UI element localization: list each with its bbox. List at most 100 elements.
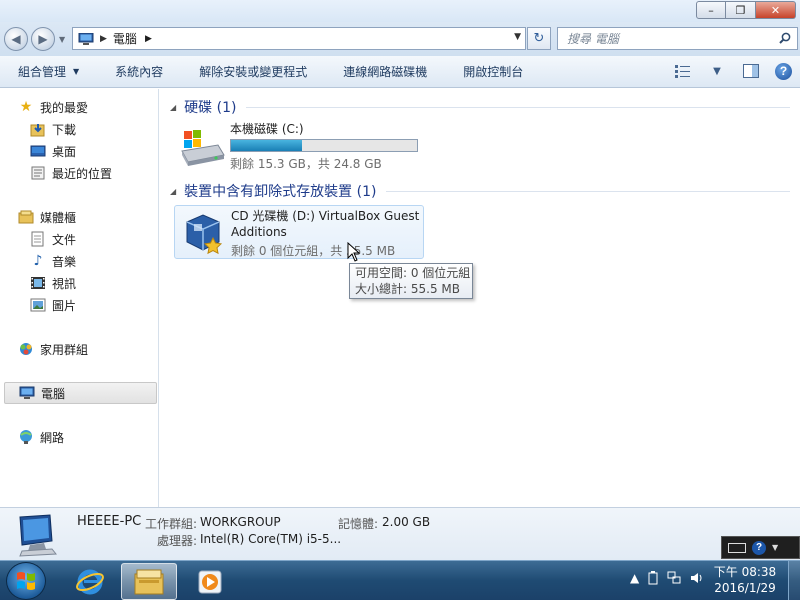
search-icon[interactable] bbox=[779, 32, 791, 44]
map-network-drive-button[interactable]: 連線網路磁碟機 bbox=[325, 56, 445, 88]
close-button[interactable]: ✕ bbox=[756, 1, 796, 19]
view-grid-icon bbox=[675, 65, 690, 78]
sidebar-item-label: 最近的位置 bbox=[52, 166, 113, 181]
open-control-panel-label: 開啟控制台 bbox=[463, 65, 524, 79]
tooltip-free-space: 可用空間: 0 個位元組 bbox=[355, 266, 471, 280]
sidebar-item-libraries[interactable]: 媒體櫃 bbox=[4, 206, 157, 228]
organize-label: 組合管理 bbox=[18, 65, 67, 79]
sidebar-item-label: 桌面 bbox=[52, 144, 77, 159]
system-tray: ▲ bbox=[630, 571, 704, 585]
sidebar-item-videos[interactable]: 視訊 bbox=[30, 272, 157, 294]
homegroup-icon bbox=[18, 341, 34, 357]
sidebar-item-downloads[interactable]: 下載 bbox=[30, 118, 157, 140]
sidebar-item-network[interactable]: 網路 bbox=[4, 426, 157, 448]
action-center-flag-icon[interactable]: ▲ bbox=[630, 571, 639, 585]
forward-button[interactable]: ▶ bbox=[31, 27, 55, 51]
system-properties-label: 系統內容 bbox=[115, 65, 164, 79]
chevron-down-icon[interactable]: ▼ bbox=[772, 543, 778, 552]
breadcrumb-separator-icon[interactable]: ▶ bbox=[100, 34, 107, 44]
minimize-button[interactable]: – bbox=[696, 1, 726, 19]
drive-free-space: 剩餘 15.3 GB，共 24.8 GB bbox=[230, 157, 382, 171]
system-properties-button[interactable]: 系統內容 bbox=[97, 56, 181, 88]
address-dropdown-icon[interactable]: ▼ bbox=[514, 32, 521, 42]
taskbar-internet-explorer[interactable] bbox=[62, 563, 118, 600]
help-icon[interactable]: ? bbox=[752, 540, 766, 555]
collapse-triangle-icon[interactable]: ◢ bbox=[170, 103, 176, 112]
preview-pane-icon bbox=[743, 64, 759, 78]
recent-pages-dropdown[interactable]: ▼ bbox=[59, 35, 65, 44]
group-header-label: 裝置中含有卸除式存放裝置 (1) bbox=[184, 184, 377, 200]
sidebar-item-desktop[interactable]: 桌面 bbox=[30, 140, 157, 162]
mouse-cursor-icon bbox=[347, 242, 361, 262]
details-pane: HEEEE-PC 工作群組: WORKGROUP 記憶體: 2.00 GB 處理… bbox=[0, 507, 800, 560]
computer-icon bbox=[78, 32, 94, 45]
drive-item-d[interactable]: CD 光碟機 (D:) VirtualBox Guest Additions 剩… bbox=[174, 205, 424, 259]
back-button[interactable]: ◀ bbox=[4, 27, 28, 51]
virtualbox-disc-icon bbox=[186, 214, 223, 255]
group-header-removable-storage[interactable]: ◢ 裝置中含有卸除式存放裝置 (1) bbox=[170, 181, 790, 201]
sidebar-item-label: 視訊 bbox=[52, 276, 77, 291]
computer-icon bbox=[19, 385, 35, 401]
processor-value: Intel(R) Core(TM) i5-5... bbox=[200, 532, 342, 546]
drive-free-space: 剩餘 0 個位元組，共 55.5 MB bbox=[231, 244, 396, 258]
breadcrumb-location[interactable]: 電腦 bbox=[113, 30, 137, 47]
address-bar[interactable]: ▶ 電腦 ▶ ▼ bbox=[72, 27, 526, 50]
volume-icon[interactable] bbox=[690, 571, 704, 585]
preview-pane-button[interactable] bbox=[741, 61, 761, 81]
workgroup-value: WORKGROUP bbox=[200, 515, 281, 529]
desktop-icon bbox=[30, 143, 46, 159]
sidebar-item-favorites[interactable]: ★ 我的最愛 bbox=[4, 96, 157, 118]
uninstall-program-button[interactable]: 解除安裝或變更程式 bbox=[181, 56, 325, 88]
refresh-button[interactable]: ↻ bbox=[527, 27, 551, 50]
language-bar: ? ▼ bbox=[721, 536, 800, 559]
back-arrow-icon: ◀ bbox=[11, 32, 21, 46]
sidebar-item-label: 電腦 bbox=[41, 386, 66, 401]
maximize-button[interactable]: ❐ bbox=[726, 1, 756, 19]
hard-disk-icon bbox=[181, 130, 225, 166]
sidebar-item-music[interactable]: ♪ 音樂 bbox=[30, 250, 157, 272]
maximize-icon: ❐ bbox=[735, 3, 746, 17]
search-input[interactable]: 搜尋 電腦 bbox=[557, 27, 798, 50]
sidebar-item-recent-places[interactable]: 最近的位置 bbox=[30, 162, 157, 184]
help-icon[interactable]: ? bbox=[775, 62, 792, 80]
media-player-icon bbox=[198, 570, 222, 593]
battery-icon[interactable] bbox=[648, 571, 658, 585]
drive-usage-bar bbox=[230, 139, 418, 152]
sidebar-item-label: 文件 bbox=[52, 232, 77, 247]
drive-name: CD 光碟機 (D:) VirtualBox Guest Additions bbox=[231, 209, 420, 239]
group-divider bbox=[246, 106, 790, 108]
clock[interactable]: 下午 08:38 2016/1/29 bbox=[705, 564, 785, 596]
star-icon: ★ bbox=[19, 99, 33, 115]
sidebar-item-homegroup[interactable]: 家用群組 bbox=[4, 338, 157, 360]
organize-button[interactable]: 組合管理 ▼ bbox=[0, 56, 97, 88]
taskbar-windows-explorer[interactable] bbox=[121, 563, 177, 600]
open-control-panel-button[interactable]: 開啟控制台 bbox=[445, 56, 541, 88]
drive-item-c[interactable]: 本機磁碟 (C:) 剩餘 15.3 GB，共 24.8 GB bbox=[174, 119, 424, 173]
map-network-drive-label: 連線網路磁碟機 bbox=[343, 65, 428, 79]
sidebar-item-documents[interactable]: 文件 bbox=[30, 228, 157, 250]
processor-label: 處理器: bbox=[157, 534, 198, 548]
drive-tooltip: 可用空間: 0 個位元組 大小總計: 55.5 MB bbox=[349, 263, 473, 299]
recent-places-icon bbox=[30, 165, 46, 181]
breadcrumb-chevron-icon[interactable]: ▶ bbox=[145, 34, 152, 44]
keyboard-icon[interactable] bbox=[728, 542, 746, 553]
collapse-triangle-icon[interactable]: ◢ bbox=[170, 187, 176, 196]
memory-label: 記憶體: bbox=[338, 517, 379, 531]
drive-usage-fill bbox=[231, 140, 303, 151]
show-desktop-button[interactable] bbox=[788, 561, 800, 600]
navigation-pane: ★ 我的最愛 下載 桌面 最近的位置 媒體櫃 文件 ♪ 音樂 視訊 圖片 家用群… bbox=[0, 89, 159, 507]
sidebar-item-computer[interactable]: 電腦 bbox=[4, 382, 157, 404]
clock-date: 2016/1/29 bbox=[714, 581, 776, 595]
drive-name: 本機磁碟 (C:) bbox=[230, 122, 304, 136]
sidebar-item-pictures[interactable]: 圖片 bbox=[30, 294, 157, 316]
tooltip-total-size: 大小總計: 55.5 MB bbox=[355, 282, 460, 296]
group-header-hard-disks[interactable]: ◢ 硬碟 (1) bbox=[170, 97, 790, 117]
group-header-label: 硬碟 (1) bbox=[184, 100, 237, 116]
view-dropdown-button[interactable]: ▼ bbox=[707, 61, 727, 81]
start-button[interactable] bbox=[6, 562, 46, 600]
windows-logo-icon bbox=[17, 572, 35, 590]
view-options-button[interactable] bbox=[673, 61, 693, 81]
taskbar-media-player[interactable] bbox=[182, 563, 238, 600]
sidebar-item-label: 家用群組 bbox=[40, 342, 89, 357]
network-status-icon[interactable] bbox=[667, 571, 681, 585]
